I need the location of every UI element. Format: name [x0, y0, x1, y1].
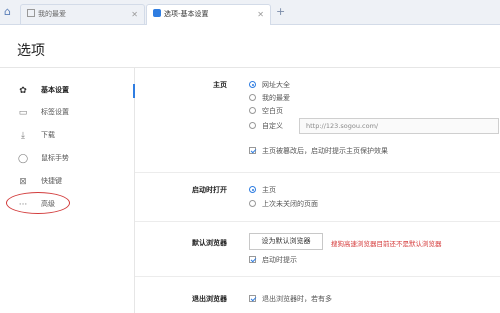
- keyboard-icon: ⊠: [19, 177, 27, 187]
- browser-tab-strip: ⌂ 我的最爱 ✕ 选项-基本设置 ✕ +: [0, 0, 500, 25]
- default-browser-prompt-option[interactable]: 启动时提示: [249, 255, 297, 265]
- section-divider: [135, 172, 500, 173]
- mouse-icon: ◯: [17, 154, 29, 164]
- exit-option[interactable]: 退出浏览器时，若有多: [249, 294, 332, 304]
- option-label: 上次未关闭的页面: [262, 200, 318, 208]
- sidebar-item-basic[interactable]: ✿ 基本设置: [0, 80, 135, 102]
- option-label: 我的最爱: [262, 94, 290, 102]
- exit-section-label: 退出浏览器: [192, 295, 227, 303]
- startup-section-label: 启动时打开: [192, 186, 227, 194]
- sidebar-item-mouse-gestures[interactable]: ◯ 鼠标手势: [0, 148, 134, 170]
- radio-button[interactable]: [249, 200, 256, 207]
- sidebar: ✿ 基本设置 ▭ 标签设置 ⤓ 下载 ◯ 鼠标手势 ⊠ 快捷键 ··· 高级: [0, 68, 135, 313]
- radio-button[interactable]: [249, 81, 256, 88]
- option-label: 退出浏览器时，若有多: [262, 295, 332, 303]
- custom-url-input[interactable]: http://123.sogou.com/: [299, 118, 499, 134]
- checkbox[interactable]: [249, 295, 256, 302]
- sidebar-item-label: 快捷键: [41, 177, 62, 185]
- option-label: 网址大全: [262, 81, 290, 89]
- gear-icon: ✿: [19, 86, 27, 96]
- options-tab-icon: [153, 9, 161, 17]
- option-label: 自定义: [262, 122, 283, 130]
- startup-option-last-session[interactable]: 上次未关闭的页面: [249, 199, 318, 209]
- checkbox[interactable]: [249, 256, 256, 263]
- startup-option-homepage[interactable]: 主页: [249, 185, 276, 195]
- highlight-oval: [6, 192, 70, 214]
- settings-content: 主页 网址大全 我的最爱 空白页 自定义 http://123.sogou.co…: [135, 68, 500, 313]
- tab-label: 选项-基本设置: [164, 10, 209, 18]
- home-icon[interactable]: ⌂: [4, 6, 16, 18]
- close-icon[interactable]: ✕: [131, 5, 138, 24]
- sidebar-item-label: 基本设置: [41, 86, 69, 94]
- sidebar-item-label: 标签设置: [41, 108, 69, 116]
- homepage-option-custom[interactable]: 自定义: [249, 121, 283, 131]
- checkbox[interactable]: [249, 147, 256, 154]
- default-browser-section-label: 默认浏览器: [192, 239, 227, 247]
- tab-label: 我的最爱: [38, 10, 66, 18]
- download-icon: ⤓: [21, 131, 25, 141]
- option-label: 空白页: [262, 107, 283, 115]
- default-browser-warning: 搜狗高速浏览器目前还不是默认浏览器: [331, 240, 442, 248]
- radio-button[interactable]: [249, 122, 256, 129]
- sidebar-item-shortcuts[interactable]: ⊠ 快捷键: [0, 171, 134, 193]
- homepage-option-navigation[interactable]: 网址大全: [249, 80, 290, 90]
- homepage-protect-option[interactable]: 主页被篡改后，启动时提示主页保护效果: [249, 146, 388, 156]
- homepage-option-blank[interactable]: 空白页: [249, 106, 283, 116]
- close-icon[interactable]: ✕: [257, 5, 264, 24]
- page-title: 选项: [17, 43, 45, 59]
- set-default-browser-button[interactable]: 设为默认浏览器: [249, 233, 323, 250]
- radio-button[interactable]: [249, 107, 256, 114]
- radio-button[interactable]: [249, 94, 256, 101]
- radio-button[interactable]: [249, 186, 256, 193]
- tab-icon: ▭: [18, 108, 28, 118]
- homepage-option-favorites[interactable]: 我的最爱: [249, 93, 290, 103]
- sidebar-item-label: 下载: [41, 131, 55, 139]
- tab-favorites[interactable]: 我的最爱 ✕: [20, 4, 145, 24]
- sidebar-item-label: 鼠标手势: [41, 154, 69, 162]
- section-divider: [135, 221, 500, 222]
- option-label: 主页被篡改后，启动时提示主页保护效果: [262, 147, 388, 155]
- section-divider: [135, 276, 500, 277]
- option-label: 主页: [262, 186, 276, 194]
- homepage-section-label: 主页: [213, 81, 227, 89]
- new-tab-icon[interactable]: +: [276, 5, 285, 18]
- option-label: 启动时提示: [262, 256, 297, 264]
- sidebar-item-tabs[interactable]: ▭ 标签设置: [0, 102, 134, 124]
- tab-options[interactable]: 选项-基本设置 ✕: [146, 4, 271, 25]
- sidebar-item-download[interactable]: ⤓ 下载: [0, 125, 134, 147]
- favorites-tab-icon: [27, 9, 35, 17]
